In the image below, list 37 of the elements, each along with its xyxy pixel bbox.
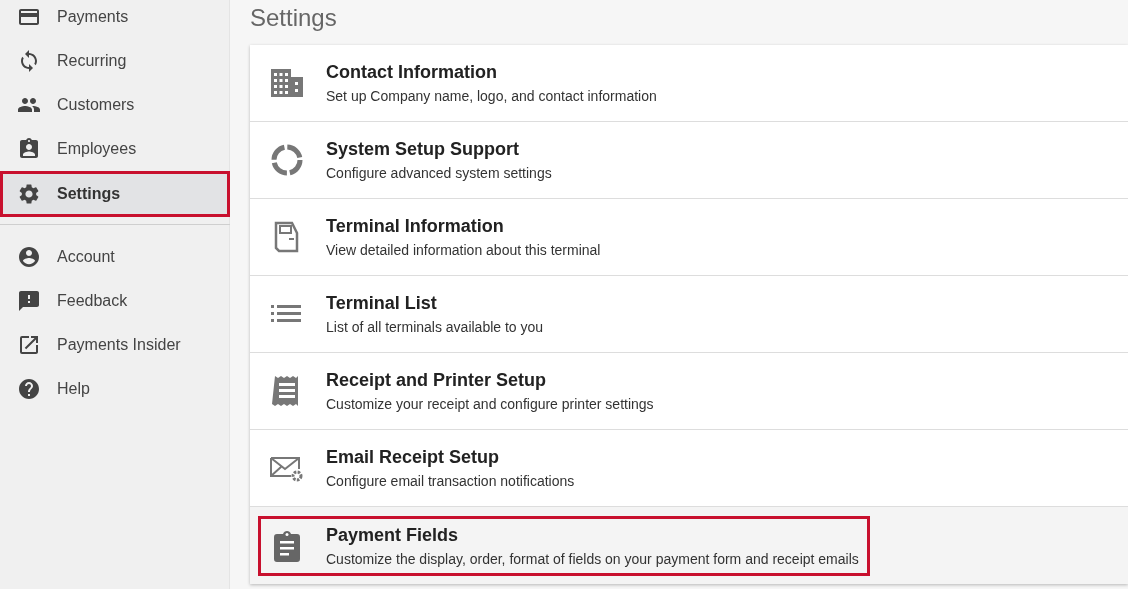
- setting-title: System Setup Support: [326, 139, 521, 160]
- setting-title: Contact Information: [326, 62, 498, 83]
- setting-description: Set up Company name, logo, and contact information: [326, 88, 657, 104]
- settings-row[interactable]: System Setup Support Configure advanced system settings: [250, 122, 1128, 199]
- setting-description: Customize your receipt and configure printer settings: [326, 396, 654, 412]
- setting-title: Terminal List: [326, 293, 438, 314]
- setting-title: Email Receipt Setup: [326, 447, 501, 468]
- setting-description: Customize the display, order, format of fields on your payment form and receipt emails: [326, 550, 859, 567]
- setting-description: View detailed information about this terminal: [326, 242, 601, 258]
- id-badge-icon: [17, 137, 41, 161]
- sidebar-item[interactable]: Settings: [3, 174, 227, 214]
- sidebar-item[interactable]: Feedback: [3, 282, 227, 320]
- page-title: Settings: [250, 4, 338, 33]
- sidebar-item[interactable]: Help: [3, 370, 227, 408]
- setting-title: Receipt and Printer Setup: [326, 370, 548, 391]
- setting-title: Terminal Information: [326, 216, 505, 237]
- settings-row[interactable]: Terminal List List of all terminals available to you: [250, 276, 1128, 353]
- settings-row[interactable]: Receipt and Printer Setup Customize your receipt and configure printer settings: [250, 353, 1128, 430]
- sidebar-item[interactable]: Payments: [3, 0, 227, 36]
- feedback-icon: [17, 289, 41, 313]
- person-icon: [17, 245, 41, 269]
- sidebar-item[interactable]: Account: [3, 238, 227, 276]
- sidebar-item[interactable]: Employees: [3, 130, 227, 168]
- setting-description: Configure email transaction notifications: [326, 473, 575, 489]
- setting-title: Payment Fields: [326, 524, 460, 546]
- setting-description: Configure advanced system settings: [326, 165, 552, 181]
- sidebar-item[interactable]: Customers: [3, 86, 227, 124]
- sidebar-item[interactable]: Payments Insider: [3, 326, 227, 364]
- setting-description: List of all terminals available to you: [326, 319, 544, 335]
- ring-icon: [269, 142, 305, 178]
- settings-row[interactable]: Payment Fields Customize the display, order, format of fields on your payment form and receipt emails: [250, 507, 1128, 584]
- external-link-icon: [17, 333, 41, 357]
- sidebar-item[interactable]: Recurring: [3, 42, 227, 80]
- help-icon: [17, 377, 41, 401]
- settings-icon: [17, 182, 41, 206]
- settings-row[interactable]: Terminal Information View detailed information about this terminal: [250, 199, 1128, 276]
- settings-row[interactable]: Contact Information Set up Company name, logo, and contact information: [250, 45, 1128, 122]
